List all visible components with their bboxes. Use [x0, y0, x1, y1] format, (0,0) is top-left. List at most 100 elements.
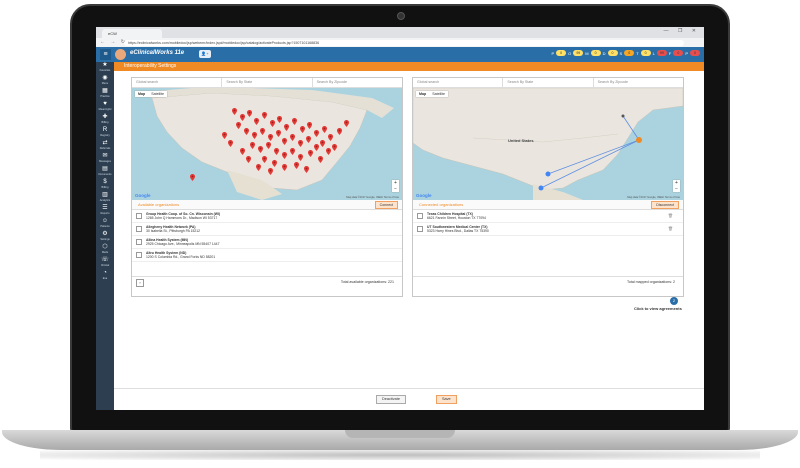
map-pin-icon[interactable]	[294, 162, 299, 169]
map-pin-icon[interactable]	[314, 144, 319, 151]
nav-item[interactable]: ★ Favorites	[96, 62, 114, 75]
nav-item[interactable]: ☺ Patients	[96, 218, 114, 231]
zoom-control[interactable]: + −	[673, 180, 680, 192]
map-pin-icon[interactable]	[247, 110, 252, 117]
jelly-badge[interactable]: 0	[640, 50, 651, 56]
map-credit[interactable]: Map data ©2017 Google, INEGI Terms of Us…	[627, 196, 680, 199]
map-pin-icon[interactable]	[252, 132, 257, 139]
map-pin-icon[interactable]	[300, 126, 305, 133]
map-pin-icon[interactable]	[308, 150, 313, 157]
map-pin-icon[interactable]	[320, 140, 325, 147]
map-pin-icon[interactable]	[290, 134, 295, 141]
global-search-input[interactable]: Global search	[132, 78, 223, 87]
trash-icon[interactable]: 🗑	[668, 226, 673, 231]
jelly-badge[interactable]: 0	[590, 50, 601, 56]
map-pin-icon[interactable]	[276, 130, 281, 137]
deactivate-button[interactable]: Deactivate	[376, 395, 406, 404]
map-pin-icon[interactable]	[282, 138, 287, 145]
zip-search-input[interactable]: Search By Zipcode	[313, 78, 402, 87]
zip-search-input[interactable]: Search By Zipcode	[594, 78, 683, 87]
map-pin-icon[interactable]	[246, 156, 251, 163]
map-pin-icon[interactable]	[270, 120, 275, 127]
org-checkbox[interactable]	[417, 213, 423, 219]
jelly-badge[interactable]: 99	[656, 50, 667, 56]
nav-item[interactable]: ✚ Billing	[96, 114, 114, 127]
map-pin-icon[interactable]	[250, 142, 255, 149]
jelly-badge[interactable]: 0	[690, 50, 700, 56]
map-tab[interactable]: Map	[416, 91, 429, 97]
jelly-badge[interactable]: 0	[607, 50, 618, 56]
map-pin-icon[interactable]	[228, 140, 233, 147]
nav-item[interactable]: ☰ Reports	[96, 205, 114, 218]
available-map[interactable]: Map Satellite + − Google Map data ©2017 G…	[132, 88, 402, 200]
map-pin-icon[interactable]	[258, 146, 263, 153]
map-pin-icon[interactable]	[260, 128, 265, 135]
map-pin-icon[interactable]	[322, 126, 327, 133]
state-search-input[interactable]: Search By State	[503, 78, 594, 87]
map-pin-icon[interactable]	[307, 122, 312, 129]
map-type-toggle[interactable]: Map Satellite	[416, 91, 448, 97]
map-pin-icon[interactable]	[337, 128, 342, 135]
state-search-input[interactable]: Search By State	[222, 78, 313, 87]
map-pin-icon[interactable]	[254, 118, 259, 125]
browser-tab[interactable]: eCW	[102, 29, 162, 38]
jelly-badge[interactable]: 0	[556, 50, 567, 56]
org-checkbox[interactable]	[136, 226, 142, 232]
satellite-tab[interactable]: Satellite	[148, 91, 167, 97]
agreements-badge[interactable]: 2	[670, 297, 678, 305]
org-row[interactable]: Altru Health System (ND) 1200 S Columbia …	[132, 249, 402, 262]
map-pin-icon[interactable]	[298, 140, 303, 147]
map-pin-icon[interactable]	[222, 132, 227, 139]
map-pin-icon[interactable]	[314, 130, 319, 137]
map-type-toggle[interactable]: Map Satellite	[135, 91, 167, 97]
map-pin-icon[interactable]	[298, 154, 303, 161]
hamburger-menu-icon[interactable]: ≡	[100, 49, 111, 60]
map-pin-icon[interactable]	[244, 128, 249, 135]
map-pin-icon[interactable]	[304, 166, 309, 173]
map-pin-icon[interactable]	[326, 148, 331, 155]
satellite-tab[interactable]: Satellite	[429, 91, 448, 97]
map-pin-icon[interactable]	[240, 148, 245, 155]
org-checkbox[interactable]	[136, 213, 142, 219]
map-pin-icon[interactable]	[282, 152, 287, 159]
org-row[interactable]: Group Health Coop. of So. Cn. Wisconsin …	[132, 210, 402, 223]
org-row[interactable]: Allina Health System (MN) 2925 Chicago Av…	[132, 236, 402, 249]
map-pin-icon[interactable]	[256, 164, 261, 171]
nav-item[interactable]: ⇄ Referrals	[96, 140, 114, 153]
nav-item[interactable]: ◔ Eva	[96, 270, 114, 283]
browser-nav-icons[interactable]: ← → ↻	[100, 39, 127, 45]
nav-item[interactable]: ▤ Documents	[96, 166, 114, 179]
nav-item[interactable]: $ Billing	[96, 179, 114, 192]
jelly-badge[interactable]: 0	[673, 50, 684, 56]
map-pin-icon[interactable]	[232, 108, 237, 115]
patient-lookup-icon[interactable]: 👤+	[199, 50, 211, 58]
map-pin-icon[interactable]	[277, 116, 282, 123]
nav-item[interactable]: ▦ Practice	[96, 88, 114, 101]
nav-item[interactable]: ⬡ Meds	[96, 244, 114, 257]
url-field[interactable]: https://eclinicalworks.com/mobiledoc/jsp…	[124, 39, 684, 46]
org-row[interactable]: Texas Children Hospital (TX) 6621 Fannin …	[413, 210, 683, 223]
map-pin-icon[interactable]	[262, 156, 267, 163]
org-checkbox[interactable]	[417, 226, 423, 232]
save-button[interactable]: Save	[436, 395, 457, 404]
map-pin-icon[interactable]	[266, 142, 271, 149]
avatar[interactable]	[115, 49, 126, 60]
map-credit[interactable]: Map data ©2017 Google, INEGI Terms of Us…	[346, 196, 399, 199]
zoom-control[interactable]: + −	[392, 180, 399, 192]
connected-map[interactable]: United States Map Satellite + − Google Ma…	[413, 88, 683, 200]
nav-item[interactable]: ✉ Messages	[96, 153, 114, 166]
map-pin-icon[interactable]	[262, 112, 267, 119]
map-pin-icon[interactable]	[282, 164, 287, 171]
map-pin-icon[interactable]	[268, 168, 273, 175]
map-pin-icon[interactable]	[236, 122, 241, 129]
org-checkbox[interactable]	[136, 239, 142, 245]
map-pin-icon[interactable]	[328, 134, 333, 141]
trash-icon[interactable]: 🗑	[668, 213, 673, 218]
connect-button[interactable]: Connect	[374, 201, 398, 209]
window-controls[interactable]: — ❐ ✕	[664, 28, 700, 34]
org-row[interactable]: Allegheny Health Network (PA) 30 Isabella…	[132, 223, 402, 236]
map-tab[interactable]: Map	[135, 91, 148, 97]
nav-item[interactable]: ☏ Clinical	[96, 257, 114, 270]
map-pin-icon[interactable]	[306, 136, 311, 143]
nav-item[interactable]: R Registry	[96, 127, 114, 140]
